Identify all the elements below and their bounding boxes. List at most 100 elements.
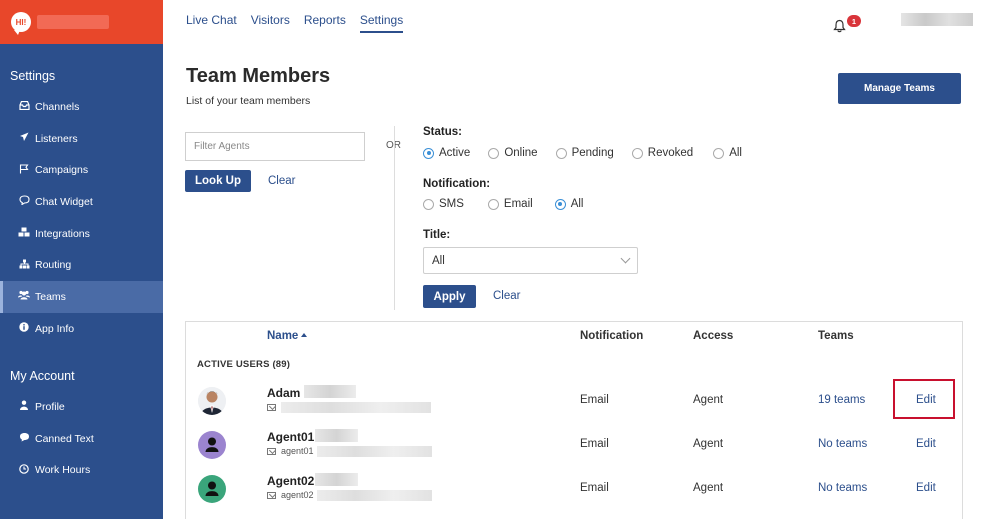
teams-link[interactable]: No teams [818, 438, 867, 450]
mail-icon [267, 492, 276, 499]
cubes-icon [18, 227, 30, 240]
brand-logo-icon[interactable]: HI! [11, 12, 31, 35]
sidebar-item-listeners[interactable]: Listeners [0, 123, 163, 155]
email-redacted [317, 446, 432, 457]
nav-reports[interactable]: Reports [304, 13, 346, 33]
clear-lookup-link[interactable]: Clear [268, 175, 295, 187]
sidebar-item-teams[interactable]: Teams [0, 281, 163, 313]
bell-icon[interactable] [833, 19, 847, 33]
sidebar-item-campaigns[interactable]: Campaigns [0, 154, 163, 186]
radio-unchecked-icon [713, 147, 725, 159]
name-redacted [304, 385, 356, 398]
status-active-radio[interactable]: Active [423, 147, 470, 159]
radio-checked-icon [554, 198, 566, 210]
sidebar-item-integrations[interactable]: Integrations [0, 218, 163, 250]
notification-sms-radio[interactable]: SMS [423, 198, 464, 210]
status-online-radio[interactable]: Online [488, 147, 538, 159]
manage-teams-button[interactable]: Manage Teams [838, 73, 961, 104]
edit-link[interactable]: Edit [916, 438, 936, 450]
sidebar-item-label: Chat Widget [35, 195, 93, 208]
teams-link[interactable]: 19 teams [818, 394, 865, 406]
notification-badge: 1 [847, 15, 861, 27]
sidebar-item-label: Canned Text [35, 432, 94, 445]
filter-divider [394, 126, 395, 310]
sidebar-item-profile[interactable]: Profile [0, 391, 163, 423]
group-label-active-users: ACTIVE USERS (89) [197, 359, 291, 370]
column-header-access: Access [693, 330, 734, 342]
sidebar-item-label: Teams [35, 290, 66, 303]
notification-cell: Email [580, 482, 609, 494]
sort-ascending-icon [301, 333, 308, 337]
teams-link[interactable]: No teams [818, 482, 867, 494]
flag-icon [18, 164, 30, 177]
column-header-teams: Teams [818, 330, 854, 342]
column-header-notification: Notification [580, 330, 644, 342]
agent-email: agent02 [281, 490, 314, 500]
status-pending-radio[interactable]: Pending [555, 147, 614, 159]
page-subtitle: List of your team members [186, 95, 311, 107]
sidebar-item-label: Routing [35, 259, 72, 272]
apply-button[interactable]: Apply [423, 285, 476, 308]
brand-name-redacted [37, 15, 109, 29]
user-menu-redacted[interactable] [901, 13, 973, 26]
sidebar-section-my-account: My Account [10, 369, 75, 383]
clear-filters-link[interactable]: Clear [493, 290, 520, 302]
edit-link[interactable]: Edit [916, 482, 936, 494]
agent-email: agent01 [281, 446, 314, 456]
title-select-value: All [432, 254, 445, 267]
users-icon [18, 290, 30, 303]
inbox-icon [18, 100, 30, 113]
access-cell: Agent [693, 438, 724, 450]
sidebar-item-label: App Info [35, 322, 75, 335]
look-up-button[interactable]: Look Up [185, 170, 251, 192]
radio-unchecked-icon [555, 147, 567, 159]
info-icon [18, 322, 30, 335]
sidebar-item-routing[interactable]: Routing [0, 249, 163, 281]
status-label: Status: [423, 126, 462, 138]
name-redacted [315, 473, 358, 486]
mail-icon [267, 448, 276, 455]
notification-email-radio[interactable]: Email [487, 198, 533, 210]
sidebar-item-label: Work Hours [35, 464, 91, 477]
sidebar-item-label: Integrations [35, 227, 90, 240]
column-header-name[interactable]: Name [267, 330, 308, 342]
rocket-icon [18, 132, 30, 145]
notification-cell: Email [580, 394, 609, 406]
email-redacted [281, 402, 431, 413]
radio-unchecked-icon [631, 147, 643, 159]
title-label: Title: [423, 229, 451, 241]
status-revoked-radio[interactable]: Revoked [631, 147, 693, 159]
status-all-radio[interactable]: All [713, 147, 742, 159]
mail-icon [267, 404, 276, 411]
sidebar-item-app-info[interactable]: App Info [0, 313, 163, 345]
table-row: Agent02 agent02 Email Agent No teams Edi… [186, 467, 962, 511]
clock-icon [18, 463, 30, 477]
sidebar-item-channels[interactable]: Channels [0, 91, 163, 123]
chat-bubble-icon [18, 195, 30, 208]
name-redacted [315, 429, 358, 442]
nav-settings[interactable]: Settings [359, 13, 404, 33]
notification-cell: Email [580, 438, 609, 450]
sidebar-item-label: Listeners [35, 132, 78, 145]
access-cell: Agent [693, 482, 724, 494]
notification-radio-group: SMS Email All [423, 198, 583, 210]
radio-unchecked-icon [488, 147, 500, 159]
sitemap-icon [18, 259, 30, 272]
sidebar-item-work-hours[interactable]: Work Hours [0, 454, 163, 486]
avatar [198, 387, 226, 415]
sidebar-item-canned-text[interactable]: Canned Text [0, 423, 163, 455]
sidebar: HI! Settings Channels Listeners Campaign… [0, 0, 163, 519]
sidebar-item-label: Profile [35, 400, 65, 413]
nav-visitors[interactable]: Visitors [251, 13, 290, 33]
user-icon [18, 400, 30, 413]
agent-name: Agent02 [267, 474, 315, 488]
title-select[interactable]: All [423, 247, 638, 274]
nav-live-chat[interactable]: Live Chat [186, 13, 237, 33]
status-radio-group: Active Online Pending Revoked All [423, 147, 742, 159]
radio-checked-icon [423, 147, 434, 159]
top-nav: Live Chat Visitors Reports Settings [186, 13, 404, 33]
sidebar-item-label: Campaigns [35, 164, 89, 177]
notification-all-radio[interactable]: All [554, 198, 583, 210]
filter-agents-input[interactable] [185, 132, 365, 161]
sidebar-item-chat-widget[interactable]: Chat Widget [0, 186, 163, 218]
